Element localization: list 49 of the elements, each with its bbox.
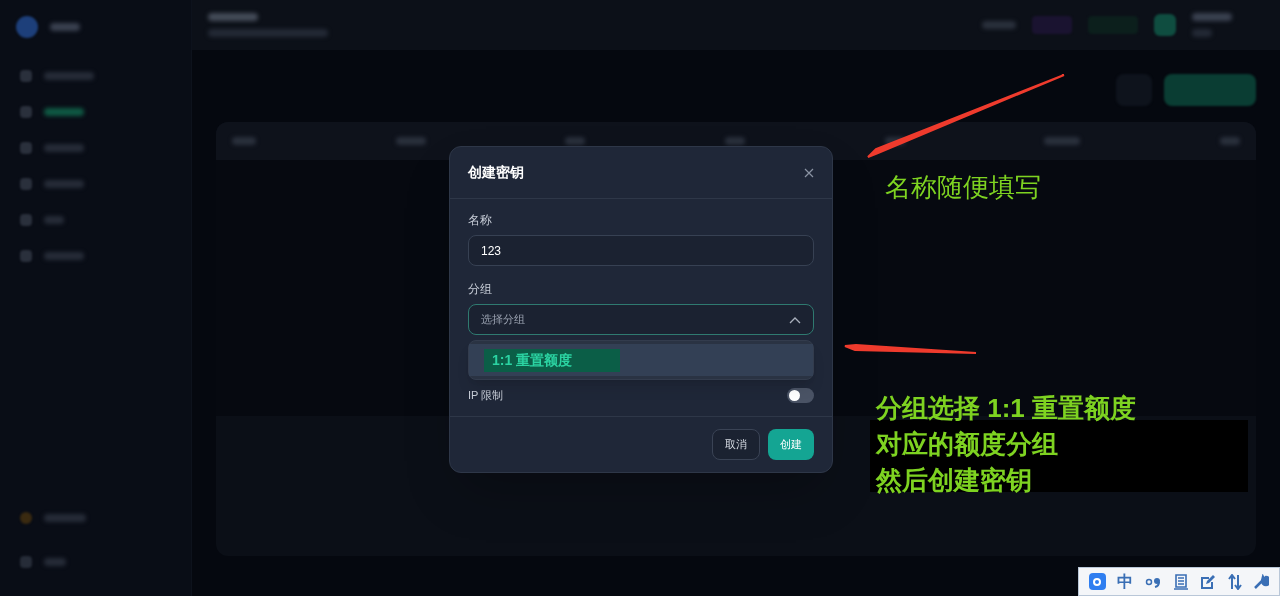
dialog-title: 创建密钥 (468, 163, 524, 182)
toggle-label: IP 限制 (468, 388, 504, 403)
ime-logo-icon[interactable] (1088, 573, 1106, 590)
dropdown-option[interactable]: 1:1 重置额度 (469, 344, 813, 376)
name-input[interactable]: 123 (468, 235, 814, 266)
blurred-text (44, 180, 84, 188)
blurred-text (44, 108, 84, 116)
annotation-text: 名称随便填写 (885, 171, 1041, 204)
blurred-text (50, 23, 80, 31)
blurred-text (44, 72, 94, 80)
blurred-text (44, 252, 84, 260)
input-mode-toggle[interactable]: 中 (1117, 569, 1134, 594)
menu-icon (20, 214, 32, 226)
blurred-text (395, 137, 426, 145)
blurred-text (1044, 137, 1081, 145)
annotation-text: 然后创建密钥 (876, 464, 1033, 497)
close-icon[interactable] (804, 167, 814, 178)
menu-icon (20, 178, 32, 190)
menu-icon (20, 106, 32, 118)
blurred-text (1192, 13, 1232, 21)
avatar (1154, 14, 1176, 36)
logo-icon (16, 16, 38, 38)
menu-icon (20, 70, 32, 82)
menu-icon (20, 142, 32, 154)
blurred-text (44, 144, 84, 152)
blurred-text (44, 216, 64, 224)
edit-icon[interactable] (1200, 573, 1217, 590)
punctuation-icon[interactable] (1144, 575, 1163, 588)
blurred-text (232, 137, 256, 145)
blurred-text (208, 13, 258, 21)
blurred-text (1192, 29, 1212, 37)
blurred-text (44, 558, 66, 566)
blurred-text (1219, 137, 1240, 145)
annotation-text: 分组选择 1:1 重置额度 (876, 392, 1137, 425)
sort-icon[interactable] (1227, 573, 1242, 590)
badge (1032, 16, 1072, 34)
toggle-switch[interactable] (787, 387, 814, 403)
blurred-text (44, 514, 86, 522)
menu-icon (20, 556, 32, 568)
field-label: 名称 (468, 212, 493, 229)
menu-icon (20, 250, 32, 262)
annotation-text: 对应的额度分组 (876, 428, 1059, 461)
field-label: 分组 (468, 281, 493, 298)
cancel-button[interactable]: 取消 (712, 428, 760, 460)
group-select[interactable]: 选择分组 (468, 304, 814, 335)
document-icon[interactable] (1174, 573, 1189, 590)
chevron-icon (789, 315, 801, 324)
menu-icon (20, 512, 32, 524)
blurred-text (982, 21, 1016, 29)
